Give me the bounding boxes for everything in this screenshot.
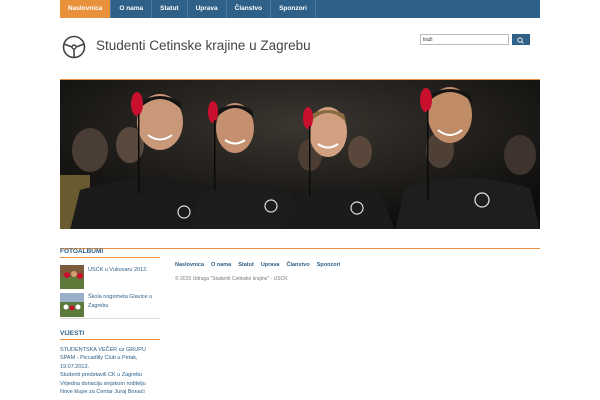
nav-item-statut[interactable]: Statut bbox=[152, 0, 188, 18]
search-input[interactable] bbox=[420, 34, 509, 45]
album-thumbnail[interactable] bbox=[60, 293, 84, 317]
album-link-skola-nogometa[interactable]: Škola nogometa Glavice u Zagrebu bbox=[88, 293, 160, 311]
site-title[interactable]: Studenti Cetinske krajine u Zagrebu bbox=[96, 38, 311, 53]
footer-link-uprava[interactable]: Uprava bbox=[261, 262, 280, 268]
nav-item-uprava[interactable]: Uprava bbox=[188, 0, 227, 18]
news-rule bbox=[60, 339, 160, 340]
nav-item-clanstvo[interactable]: Članstvo bbox=[227, 0, 272, 18]
news-title: VIJESTI bbox=[60, 330, 85, 337]
album-link-vukovar[interactable]: USCK u Vukovaru 2012. bbox=[88, 266, 160, 275]
nav-item-naslovnica[interactable]: Naslovnica bbox=[60, 0, 112, 18]
news-item[interactable]: Vrijedna donacija sinjskom roditelju bbox=[60, 380, 160, 388]
news-item[interactable]: Nove klupe za Centar Juraj Bonaći bbox=[60, 388, 160, 396]
search-icon bbox=[517, 37, 524, 44]
hero-photo bbox=[60, 80, 540, 229]
footer-link-sponzori[interactable]: Sponzori bbox=[317, 262, 341, 268]
footer-link-naslovnica[interactable]: Naslovnica bbox=[175, 262, 204, 268]
photo-albums-title: FOTOALBUMI bbox=[60, 248, 104, 255]
photo-albums-rule bbox=[60, 257, 160, 258]
section-divider bbox=[60, 248, 540, 249]
search-button[interactable] bbox=[512, 34, 530, 45]
footer-link-clanstvo[interactable]: Članstvo bbox=[286, 262, 309, 268]
copyright-text: © 2015 Udruga "Studenti Cetinske krajine… bbox=[175, 276, 288, 282]
news-item[interactable]: Studenti predstavili CK u Zagrebu bbox=[60, 371, 160, 379]
nav-item-o-nama[interactable]: O nama bbox=[111, 0, 153, 18]
sidebar-divider bbox=[60, 318, 160, 319]
news-item[interactable]: STUDENTSKA VEČER uz GRUPU SPAM - Piccadi… bbox=[60, 346, 160, 371]
footer-navigation: Naslovnica O nama Statut Uprava Članstvo… bbox=[175, 262, 340, 268]
footer-link-o-nama[interactable]: O nama bbox=[211, 262, 231, 268]
footer-link-statut[interactable]: Statut bbox=[238, 262, 254, 268]
nav-item-sponzori[interactable]: Sponzori bbox=[271, 0, 316, 18]
hero-image bbox=[60, 79, 540, 229]
steering-wheel-icon[interactable] bbox=[62, 35, 86, 59]
news-list: STUDENTSKA VEČER uz GRUPU SPAM - Piccadi… bbox=[60, 346, 160, 396]
main-navigation: Naslovnica O nama Statut Uprava Članstvo… bbox=[60, 0, 540, 18]
album-thumbnail[interactable] bbox=[60, 265, 84, 289]
